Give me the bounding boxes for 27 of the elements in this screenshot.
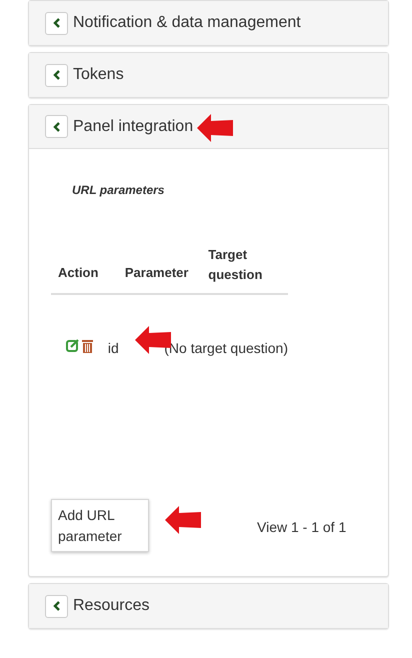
panel-header[interactable]: Notification & data management <box>29 1 388 45</box>
collapse-toggle-button[interactable] <box>45 12 68 34</box>
collapse-toggle-button[interactable] <box>45 64 68 86</box>
column-header: Action <box>58 265 98 280</box>
pointer-arrow <box>197 114 233 142</box>
panel-header[interactable]: Tokens <box>29 53 388 97</box>
panel-title: Notification & data management <box>73 13 301 33</box>
chevron-left-icon <box>52 601 60 611</box>
chevron-left-icon <box>52 18 60 28</box>
pointer-arrow <box>165 506 201 534</box>
chevron-left-icon <box>52 70 60 80</box>
trash-icon[interactable] <box>81 339 94 353</box>
collapse-toggle-button[interactable] <box>45 594 68 618</box>
column-header: Parameter <box>124 265 188 280</box>
section-title: URL parameters <box>72 182 164 199</box>
panel-title: Resources <box>73 596 150 616</box>
collapse-toggle-button[interactable] <box>45 115 68 138</box>
panel-header[interactable]: Panel integration <box>29 105 388 149</box>
add-url-parameter-button[interactable]: Add URL parameter <box>51 499 149 552</box>
edit-icon[interactable] <box>66 339 80 353</box>
panel-title: Panel integration <box>73 116 194 136</box>
table-cell: id <box>108 340 119 356</box>
chevron-left-icon <box>52 122 60 132</box>
panel-header[interactable]: Resources <box>29 584 388 628</box>
column-header: Target question <box>208 246 264 284</box>
panel-title: Tokens <box>73 65 124 85</box>
pager-text: View 1 - 1 of 1 <box>257 518 346 537</box>
